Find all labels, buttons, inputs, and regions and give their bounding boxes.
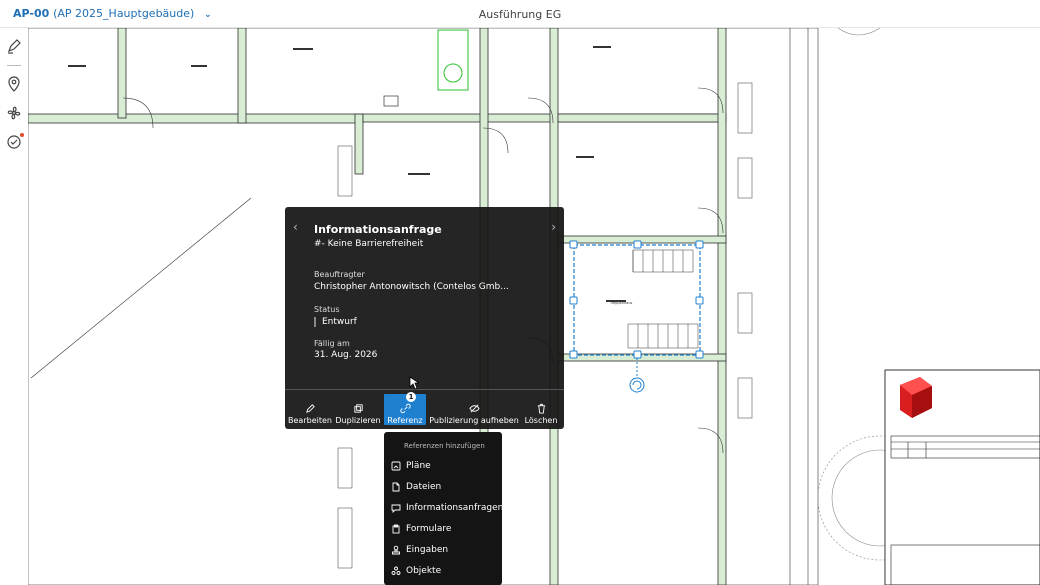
pencil-icon (305, 404, 315, 413)
duplicate-button[interactable]: Duplizieren (335, 395, 381, 425)
link-icon (399, 403, 411, 414)
menu-item-submissions-label: Eingaben (406, 545, 449, 555)
menu-item-objects-label: Objekte (406, 566, 442, 576)
menu-item-forms[interactable]: Formulare (384, 519, 502, 539)
menu-item-files-label: Dateien (406, 482, 442, 492)
room-label: Treppenhaus (609, 301, 633, 305)
trash-icon (537, 403, 545, 414)
delete-label: Löschen (524, 416, 558, 425)
menu-item-files[interactable]: Dateien (384, 477, 502, 497)
reference-button[interactable]: 1 Referenz (384, 392, 426, 425)
chevron-left-icon[interactable]: ‹ (293, 220, 298, 234)
status-label: Status (314, 305, 340, 314)
reference-label: Referenz (387, 416, 423, 425)
duplicate-label: Duplizieren (335, 416, 381, 425)
popup-subtitle: #- Keine Barrierefreiheit (314, 239, 424, 249)
status-indicator (314, 317, 316, 327)
assignee-label: Beauftragter (314, 270, 365, 279)
edit-label: Bearbeiten (288, 416, 332, 425)
references-dropdown: Referenzen hinzufügen Pläne Dateien Info… (384, 432, 504, 585)
duplicate-icon (353, 404, 363, 413)
due-date-label: Fällig am (314, 339, 350, 348)
checklist-icon[interactable] (4, 132, 24, 152)
comment-icon (391, 504, 401, 513)
view-title: Ausführung EG (478, 8, 562, 21)
file-icon (392, 482, 400, 492)
chevron-right-icon[interactable]: › (551, 220, 556, 234)
markup-pen-icon[interactable] (4, 36, 24, 56)
status-value: Entwurf (322, 317, 357, 327)
stamp-icon (392, 545, 400, 555)
unpublish-button[interactable]: Publizierung aufheben (429, 395, 519, 425)
due-date-value: 31. Aug. 2026 (314, 350, 378, 360)
fan-icon[interactable] (4, 103, 24, 123)
edit-button[interactable]: Bearbeiten (288, 395, 332, 425)
unpublish-label: Publizierung aufheben (429, 416, 519, 425)
menu-item-plans-label: Pläne (406, 461, 431, 471)
delete-button[interactable]: Löschen (522, 395, 560, 425)
info-request-popup: ‹ › Informationsanfrage #- Keine Barrier… (285, 207, 564, 429)
plan-icon (391, 461, 401, 471)
top-bar: AP-00 (AP 2025_Hauptgebäude) ⌄ Ausführun… (0, 0, 1040, 28)
menu-item-info-requests[interactable]: Informationsanfragen (384, 498, 504, 518)
objects-icon (391, 566, 401, 575)
assignee-value: Christopher Antonowitsch (Contelos Gmb..… (314, 282, 509, 292)
location-pin-icon[interactable] (4, 74, 24, 94)
popup-actions: Bearbeiten Duplizieren 1 Referenz Publiz… (285, 392, 564, 427)
menu-item-info-requests-label: Informationsanfragen (406, 503, 504, 513)
notification-dot (20, 133, 24, 137)
clipboard-icon (392, 524, 400, 534)
menu-item-objects[interactable]: Objekte (384, 561, 502, 581)
menu-item-submissions[interactable]: Eingaben (384, 540, 502, 560)
popup-title: Informationsanfrage (314, 223, 442, 236)
menu-item-plans[interactable]: Pläne (384, 456, 502, 476)
toolbar-divider (7, 65, 21, 66)
references-dropdown-header: Referenzen hinzufügen (404, 442, 485, 450)
reference-count-badge: 1 (406, 392, 416, 402)
unpublish-icon (468, 404, 480, 413)
popup-divider (285, 389, 564, 390)
menu-item-forms-label: Formulare (406, 524, 452, 534)
left-toolbar (0, 28, 28, 585)
mouse-cursor-icon (409, 376, 419, 390)
